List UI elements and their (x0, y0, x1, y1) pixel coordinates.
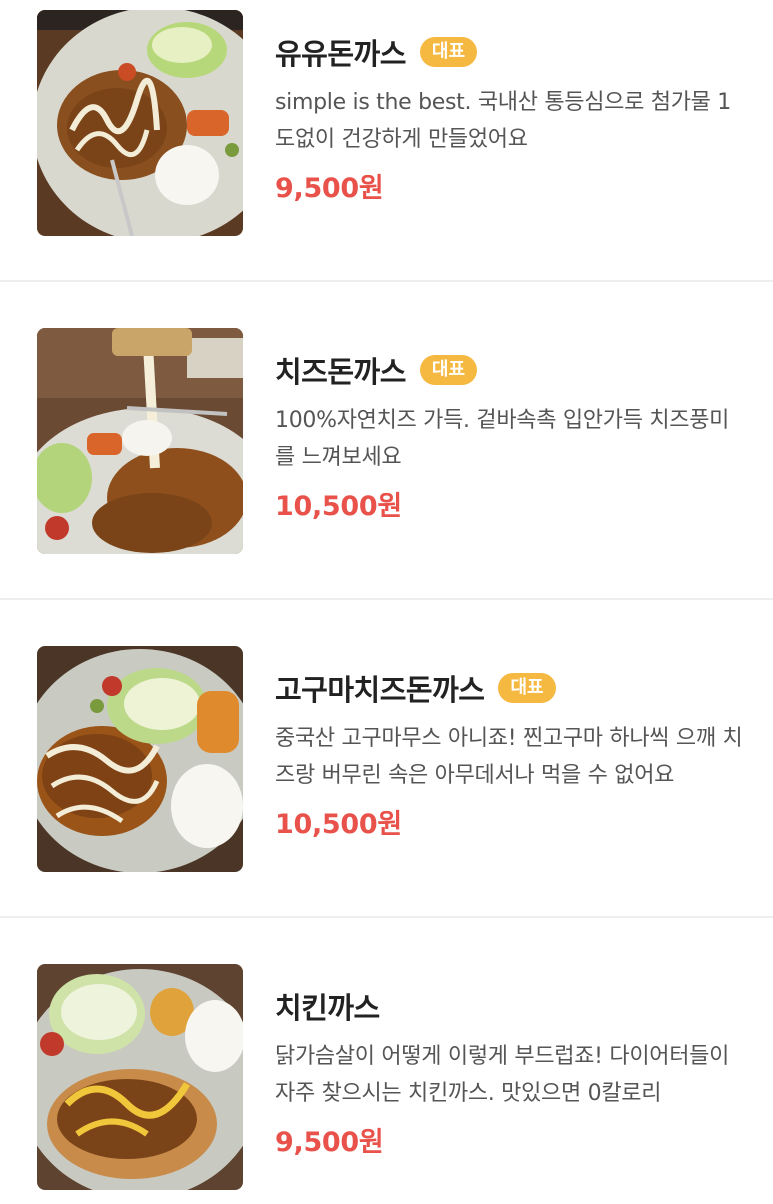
menu-item-description: 닭가슴살이 어떻게 이렇게 부드럽죠! 다이어터들이 자주 찾으시는 치킨까스.… (275, 1044, 730, 1106)
menu-item-yuyu-donkatsu[interactable]: 유유돈까스 대표 simple is the best. 국내산 통등심으로 첨… (0, 0, 773, 282)
menu-item-price: 9,500원 (275, 173, 384, 204)
menu-item-price: 10,500원 (275, 491, 402, 522)
menu-item-photo[interactable] (37, 10, 243, 236)
cheese-cutlet-photo (37, 328, 243, 554)
menu-item-chicken-katsu[interactable]: 치킨까스 닭가슴살이 어떻게 이렇게 부드럽죠! 다이어터들이 자주 찾으시는 … (0, 918, 773, 1204)
menu-item-name: 치즈돈까스 (275, 355, 406, 389)
menu-item-info: 치킨까스 닭가슴살이 어떻게 이렇게 부드럽죠! 다이어터들이 자주 찾으시는 … (275, 982, 743, 1159)
signature-badge: 대표 (419, 355, 478, 385)
menu-item-description: 중국산 고구마무스 아니죠! 찐고구마 하나씩 으깨 치즈랑 버무린 속은 아무… (275, 726, 743, 788)
menu-item-photo[interactable] (37, 646, 243, 872)
chicken-cutlet-photo (37, 964, 243, 1190)
menu-item-info: 고구마치즈돈까스 대표 중국산 고구마무스 아니죠! 찐고구마 하나씩 으깨 치… (275, 664, 743, 841)
menu-item-cheese-donkatsu[interactable]: 치즈돈까스 대표 100%자연치즈 가득. 겉바속촉 입안가득 치즈풍미를 느껴… (0, 282, 773, 600)
menu-item-info: 치즈돈까스 대표 100%자연치즈 가득. 겉바속촉 입안가득 치즈풍미를 느껴… (275, 346, 743, 523)
menu-item-name: 치킨까스 (275, 991, 380, 1025)
menu-list: 유유돈까스 대표 simple is the best. 국내산 통등심으로 첨… (0, 0, 773, 1204)
menu-item-description: simple is the best. 국내산 통등심으로 첨가물 1도없이 건… (275, 90, 731, 152)
signature-badge: 대표 (498, 673, 556, 703)
pork-cutlet-photo (37, 10, 243, 236)
menu-item-price: 10,500원 (275, 809, 402, 840)
menu-item-name: 유유돈까스 (275, 37, 406, 71)
sweet-potato-cheese-cutlet-photo (37, 646, 243, 872)
signature-badge: 대표 (419, 37, 478, 67)
menu-item-info: 유유돈까스 대표 simple is the best. 국내산 통등심으로 첨… (275, 28, 743, 205)
menu-item-name: 고구마치즈돈까스 (275, 673, 485, 707)
menu-item-price: 9,500원 (275, 1127, 384, 1158)
menu-item-description: 100%자연치즈 가득. 겉바속촉 입안가득 치즈풍미를 느껴보세요 (275, 408, 730, 470)
menu-item-photo[interactable] (37, 964, 243, 1190)
menu-item-photo[interactable] (37, 328, 243, 554)
menu-item-sweet-potato-cheese-donkatsu[interactable]: 고구마치즈돈까스 대표 중국산 고구마무스 아니죠! 찐고구마 하나씩 으깨 치… (0, 600, 773, 918)
